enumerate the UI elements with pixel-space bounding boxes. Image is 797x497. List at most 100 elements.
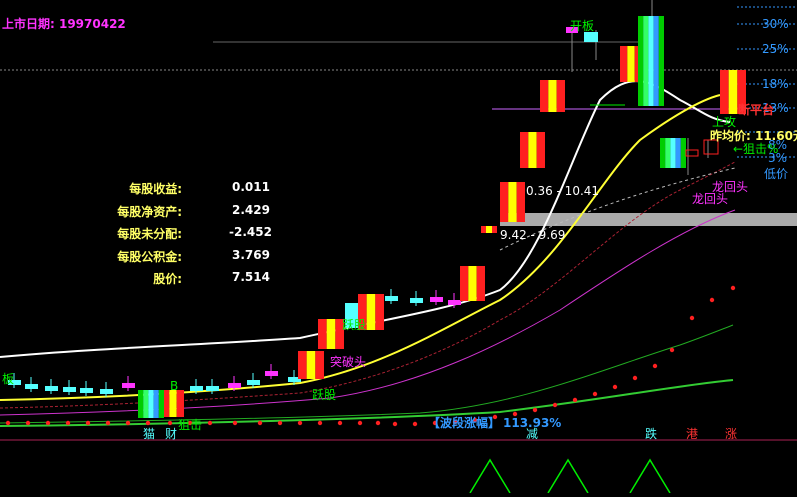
yue-gu-label-2: 跃股 — [342, 318, 367, 332]
undistributed-label: 每股未分配: — [117, 227, 182, 241]
shang-du-label: 上攻 — [712, 115, 737, 129]
sar-dot — [297, 420, 303, 426]
candle-body-down — [658, 16, 664, 106]
candle-body-down — [143, 390, 149, 418]
sar-dot — [709, 297, 715, 303]
sar-dot — [167, 420, 173, 426]
candle-body-up — [315, 351, 324, 379]
candle-body-up — [176, 390, 184, 417]
signal-cai: 财 — [165, 427, 178, 441]
kaiban-label: 开板 — [570, 19, 595, 33]
candle-body-up — [627, 46, 635, 82]
signal-zhang: 涨 — [725, 427, 738, 441]
candle-body — [122, 383, 135, 388]
candle-body-up — [460, 266, 469, 301]
candle-body-down — [638, 16, 644, 106]
candle-body — [265, 371, 278, 376]
candle-body-up — [516, 182, 525, 222]
pct-18: 18% — [762, 77, 789, 91]
candle-body-down — [665, 138, 671, 168]
candle-body-up — [520, 132, 529, 168]
ju-ji-label: ←狙击% — [733, 142, 779, 156]
candle-body — [190, 386, 203, 391]
candle-body-up — [306, 351, 316, 379]
candle-body-up — [508, 182, 517, 222]
ma120-line — [0, 379, 734, 427]
sar-dot — [65, 420, 71, 426]
candle-body-up — [528, 132, 537, 168]
candle-body — [80, 388, 93, 393]
sar-dot — [257, 420, 263, 426]
eps-value: 0.011 — [232, 180, 270, 194]
nav-label: 每股净资产: — [117, 205, 182, 219]
candle-body-up — [169, 390, 177, 417]
candle-body-up — [728, 70, 738, 114]
candle-body — [63, 387, 76, 392]
range-label-2: 9.42 - 9.69 — [500, 228, 566, 242]
candle-body-up — [375, 294, 384, 330]
signal-gang: 港 — [686, 427, 699, 441]
candle-body-up — [298, 351, 307, 379]
prev-avg-price: 昨均价: 11.60元 — [710, 129, 797, 143]
candle-body-up — [536, 132, 545, 168]
sar-dot — [125, 420, 131, 426]
candle-body — [448, 300, 461, 305]
candle-body-down — [643, 16, 649, 106]
candle-body — [430, 297, 443, 302]
ban-label: 板 — [2, 372, 15, 386]
sar-dot — [85, 420, 91, 426]
candle-body — [247, 380, 260, 385]
candle-body-up — [500, 182, 509, 222]
sar-dot — [689, 315, 695, 321]
candle-body-down — [648, 16, 654, 106]
candle-body-down — [675, 138, 681, 168]
candle-body-down — [670, 138, 676, 168]
candle-body — [45, 386, 58, 391]
candle-body-up — [366, 294, 376, 330]
di-jia-label: 低价 — [764, 167, 789, 181]
sar-dot — [632, 375, 638, 381]
ma60-line — [0, 324, 734, 424]
reserve-value: 3.769 — [232, 248, 270, 262]
candle-body-down — [158, 390, 164, 418]
sar-dot — [532, 407, 538, 413]
listing-date: 上市日期: 19970422 — [2, 17, 126, 31]
candle-body-up — [476, 266, 485, 301]
sar-dot — [652, 363, 658, 369]
candle-body-up — [326, 319, 336, 349]
sar-dot — [375, 420, 381, 426]
candle-body-down — [153, 390, 159, 418]
pct-25: 25% — [762, 42, 789, 56]
candle-body-down — [138, 390, 144, 418]
candle-body — [25, 384, 38, 389]
sar-dot — [552, 402, 558, 408]
eps-label: 每股收益: — [129, 182, 182, 196]
tu-po-label: 突破头 — [330, 355, 367, 369]
candle-body-up — [540, 80, 549, 112]
candle-body-up — [318, 319, 327, 349]
candle-body — [100, 389, 113, 394]
sar-dot — [207, 420, 213, 426]
sar-dot — [612, 384, 618, 390]
sar-dot — [357, 420, 363, 426]
price-label: 股价: — [153, 272, 182, 286]
sar-dot — [25, 420, 31, 426]
sar-dot — [105, 420, 111, 426]
candle-body — [410, 298, 423, 303]
kline-chart — [0, 0, 797, 494]
candle-body-down — [660, 138, 666, 168]
sar-dot — [730, 285, 736, 291]
reserve-label: 每股公积金: — [117, 250, 182, 264]
sar-dot — [592, 391, 598, 397]
b-label: B — [170, 379, 179, 393]
yue-gu-label: 跃股 — [312, 388, 337, 402]
duan-ping-tai-label: 断平台 — [738, 103, 775, 117]
range-label-1: 0.36 - 10.41 — [526, 184, 600, 198]
candle-body-up — [720, 70, 729, 114]
candle-body — [228, 383, 241, 388]
long-hui-tou-2: 龙回头 — [692, 192, 729, 206]
sar-dot — [337, 420, 343, 426]
wave-gain-label: 【波段涨幅】 — [428, 416, 501, 430]
candle-body-up — [486, 226, 492, 233]
sar-dot — [5, 420, 11, 426]
